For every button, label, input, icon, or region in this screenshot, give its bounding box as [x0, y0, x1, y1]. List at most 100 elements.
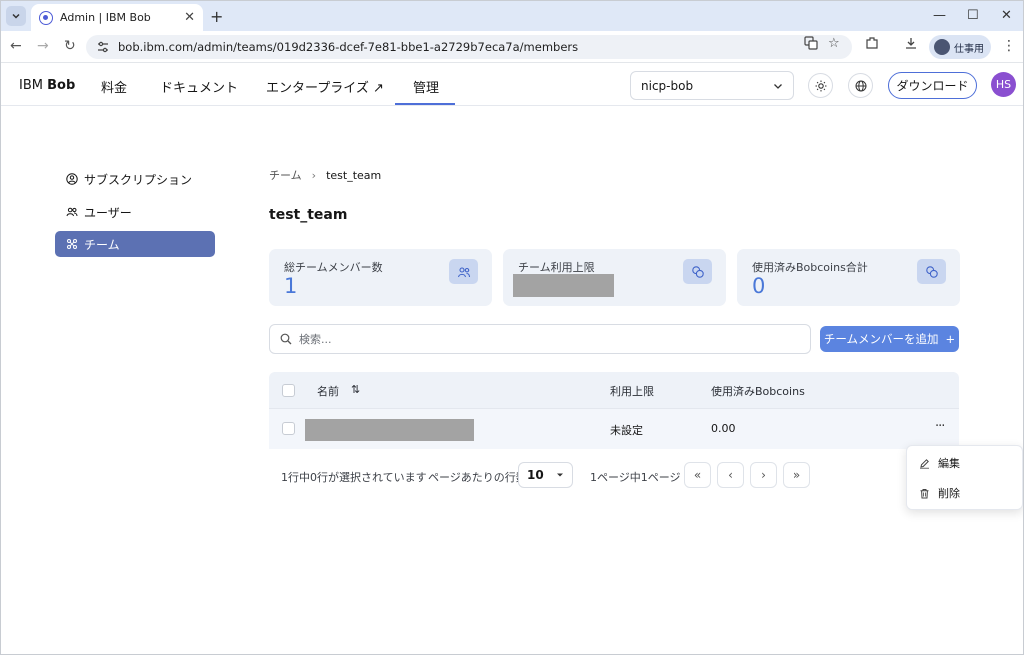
add-member-button[interactable]: チームメンバーを追加 +: [820, 326, 959, 352]
next-page-button[interactable]: ›: [750, 462, 777, 488]
download-tray-icon[interactable]: [904, 36, 918, 54]
tab-title: Admin | IBM Bob: [60, 11, 151, 24]
sidebar-item-subscription[interactable]: サブスクリプション: [55, 166, 215, 192]
address-bar[interactable]: bob.ibm.com/admin/teams/019d2336-dcef-7e…: [86, 35, 852, 59]
maximize-icon[interactable]: ☐: [967, 8, 979, 23]
sidebar-item-users[interactable]: ユーザー: [55, 199, 215, 225]
cell-used-bobcoins: 0.00: [711, 422, 736, 435]
rows-per-page-label: ページあたりの行数: [428, 471, 527, 484]
row-actions-icon[interactable]: ···: [935, 419, 945, 434]
add-member-label: チームメンバーを追加: [823, 332, 939, 346]
breadcrumb: チーム › test_team: [269, 167, 381, 183]
sidebar-item-team[interactable]: チーム: [55, 231, 215, 257]
selection-count: 1行中0行が選択されています: [281, 471, 427, 484]
bob-favicon-icon: [39, 10, 53, 25]
browser-tab[interactable]: Admin | IBM Bob ✕: [31, 4, 203, 31]
trash-icon: [919, 488, 931, 499]
globe-icon: [855, 80, 866, 91]
cell-limit: 未設定: [610, 424, 643, 437]
coins-icon: [683, 259, 712, 284]
profile-button[interactable]: 仕事用: [929, 35, 991, 59]
prev-page-button[interactable]: ‹: [717, 462, 744, 488]
brand-logo[interactable]: IBM Bob: [19, 78, 75, 93]
search-box[interactable]: [269, 324, 811, 354]
browser-tab-bar: Admin | IBM Bob ✕ + — ☐ ✕: [0, 0, 1024, 31]
bookmark-star-icon[interactable]: ☆: [828, 36, 840, 51]
page-title: test_team: [269, 207, 348, 223]
stat-label: チーム利用上限: [518, 261, 595, 274]
browser-toolbar: ← → ↻ bob.ibm.com/admin/teams/019d2336-d…: [0, 31, 1024, 63]
pencil-icon: [919, 458, 931, 469]
sidebar-item-label: チーム: [84, 237, 120, 252]
forward-arrow-icon[interactable]: →: [37, 38, 49, 54]
nav-docs[interactable]: ドキュメント: [160, 77, 238, 96]
user-avatar[interactable]: HS: [991, 72, 1016, 97]
stat-value: 1: [284, 274, 298, 298]
rows-per-page-value: 10: [527, 468, 544, 482]
last-page-button[interactable]: »: [783, 462, 810, 488]
menu-item-label: 編集: [938, 457, 960, 470]
language-button[interactable]: [848, 73, 873, 98]
translate-icon[interactable]: [804, 36, 818, 54]
brand-name: Bob: [47, 78, 76, 93]
menu-item-edit[interactable]: 編集: [907, 449, 1024, 477]
url-text: bob.ibm.com/admin/teams/019d2336-dcef-7e…: [118, 40, 579, 54]
table-header: 名前 ⇅ 利用上限 使用済みBobcoins: [269, 372, 959, 408]
menu-item-label: 削除: [938, 487, 960, 500]
breadcrumb-separator: ›: [311, 168, 317, 182]
breadcrumb-parent[interactable]: チーム: [269, 167, 302, 183]
browser-menu-icon[interactable]: ⋮: [1002, 38, 1016, 54]
users-icon: [449, 259, 478, 284]
sidebar-item-label: サブスクリプション: [84, 172, 193, 187]
plus-icon: +: [945, 332, 956, 346]
profile-avatar-icon: [934, 39, 950, 55]
caret-down-icon: [557, 473, 563, 477]
users-icon: [66, 206, 78, 218]
sort-icon[interactable]: ⇅: [351, 383, 360, 396]
chevron-down-icon: [12, 13, 20, 19]
first-page-button[interactable]: «: [684, 462, 711, 488]
sun-icon: [815, 80, 826, 91]
nav-admin[interactable]: 管理: [413, 77, 439, 96]
minimize-icon[interactable]: —: [933, 8, 946, 23]
theme-toggle-button[interactable]: [808, 73, 833, 98]
nav-active-indicator: [395, 103, 455, 105]
profile-label: 仕事用: [954, 43, 984, 55]
reload-icon[interactable]: ↻: [64, 38, 76, 54]
search-icon: [280, 333, 292, 345]
app-header: IBM Bob 料金 ドキュメント エンタープライズ ↗ 管理 nicp-bob…: [0, 64, 1024, 106]
back-arrow-icon[interactable]: ←: [10, 38, 22, 54]
redacted-value: [513, 274, 614, 297]
table-row: 未設定 0.00 ···: [269, 408, 959, 449]
nav-enterprise[interactable]: エンタープライズ ↗: [266, 77, 384, 96]
chevron-down-icon: [774, 83, 782, 89]
column-header-limit: 利用上限: [610, 385, 654, 398]
site-info-icon[interactable]: [96, 40, 110, 54]
stat-value: 0: [752, 274, 766, 298]
team-icon: [66, 238, 78, 250]
row-checkbox[interactable]: [282, 422, 295, 435]
stat-card-total-members: 総チームメンバー数 1: [269, 249, 492, 306]
search-input[interactable]: [299, 332, 779, 346]
brand-prefix: IBM: [19, 78, 48, 93]
close-window-icon[interactable]: ✕: [1001, 8, 1012, 23]
close-tab-icon[interactable]: ✕: [184, 10, 195, 25]
stat-label: 使用済みBobcoins合計: [752, 261, 868, 274]
column-header-used-bobcoins: 使用済みBobcoins: [711, 385, 805, 398]
menu-item-delete[interactable]: 削除: [907, 479, 1024, 507]
row-context-menu: 編集 削除: [906, 445, 1023, 510]
org-select[interactable]: nicp-bob: [630, 71, 794, 100]
rows-per-page-select[interactable]: 10: [518, 462, 573, 488]
stat-card-team-limit: チーム利用上限: [503, 249, 726, 306]
download-button[interactable]: ダウンロード: [888, 72, 977, 99]
stat-card-used-bobcoins: 使用済みBobcoins合計 0: [737, 249, 960, 306]
tab-search-button[interactable]: [6, 6, 26, 26]
new-tab-icon[interactable]: +: [210, 7, 223, 26]
members-table: 名前 ⇅ 利用上限 使用済みBobcoins 未設定 0.00 ···: [269, 372, 959, 449]
select-all-checkbox[interactable]: [282, 384, 295, 397]
nav-pricing[interactable]: 料金: [101, 77, 127, 96]
coins-icon: [917, 259, 946, 284]
extensions-icon[interactable]: [865, 36, 879, 54]
org-select-value: nicp-bob: [641, 78, 694, 93]
stat-label: 総チームメンバー数: [284, 261, 383, 274]
